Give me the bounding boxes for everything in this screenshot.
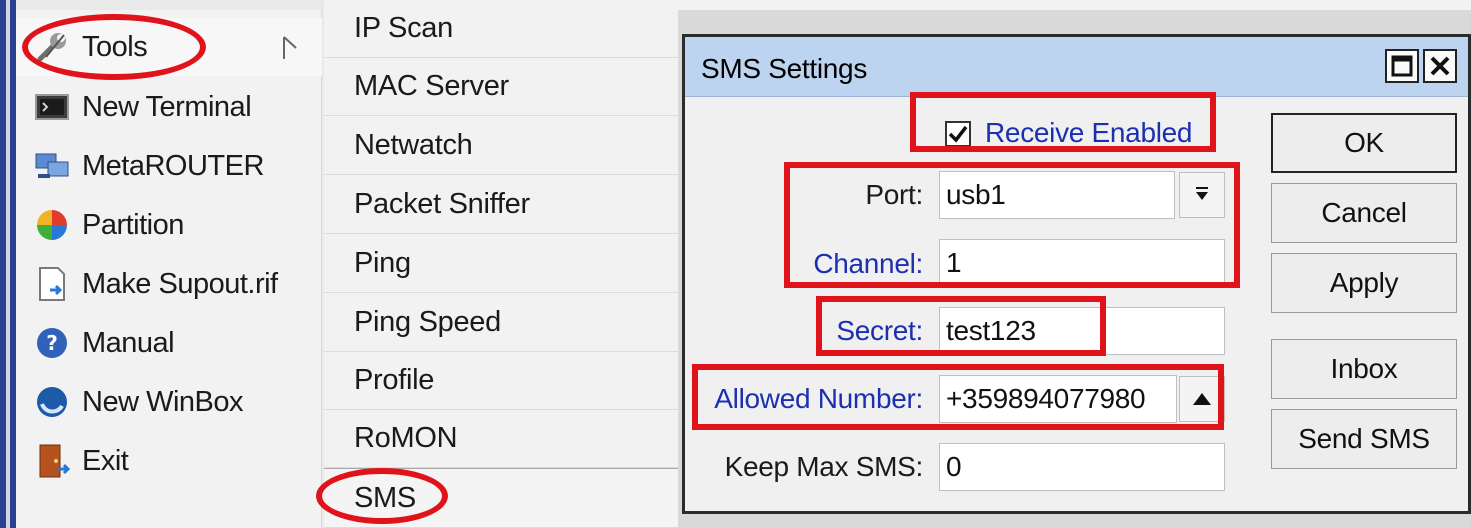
port-channel-highlight-box [784,162,1240,288]
submenu-arrow-icon [283,36,297,59]
keep-max-sms-input[interactable]: 0 [939,443,1225,491]
menu-item-label: MetaROUTER [82,149,264,182]
menu-item-partition[interactable]: Partition [16,196,322,254]
submenu-item-profile[interactable]: Profile [324,352,678,410]
menu-item-label: Partition [82,208,184,241]
submenu-item-label: Packet Sniffer [354,188,530,220]
tools-submenu: IP Scan MAC Server Netwatch Packet Sniff… [324,0,678,528]
svg-text:?: ? [46,331,58,355]
submenu-item-romon[interactable]: RoMON [324,410,678,468]
submenu-item-label: Ping [354,247,411,279]
menu-item-new-terminal[interactable]: New Terminal [16,78,322,136]
tools-highlight-ellipse [22,14,206,80]
winbox-icon [37,387,67,417]
menu-item-label: Manual [82,326,175,359]
ok-button[interactable]: OK [1271,113,1457,173]
close-icon [1430,56,1450,76]
menu-item-label: Make Supout.rif [82,267,278,300]
menu-item-label: New WinBox [82,385,244,418]
dialog-title: SMS Settings [701,53,868,84]
terminal-icon [35,94,69,120]
keep-max-sms-label: Keep Max SMS: [724,451,924,482]
submenu-item-ping-speed[interactable]: Ping Speed [324,294,678,352]
receive-enabled-highlight-box [910,92,1216,152]
document-icon [39,267,65,301]
maximize-icon [1391,55,1413,77]
window-edge [0,0,16,528]
help-icon: ? [37,328,67,358]
menu-item-metarouter[interactable]: MetaROUTER [16,137,322,195]
menu-item-label: Exit [82,444,129,477]
submenu-item-label: IP Scan [354,12,453,44]
submenu-item-label: MAC Server [354,70,509,102]
maximize-button[interactable] [1385,49,1419,83]
menu-item-label: New Terminal [82,90,252,123]
menu-item-make-supout[interactable]: Make Supout.rif [16,255,322,313]
inbox-button[interactable]: Inbox [1271,339,1457,399]
secret-highlight-box [816,296,1106,356]
submenu-item-ping[interactable]: Ping [324,235,678,293]
submenu-item-mac-server[interactable]: MAC Server [324,58,678,116]
cancel-button[interactable]: Cancel [1271,183,1457,243]
sms-highlight-ellipse [316,468,448,524]
close-button[interactable] [1423,49,1457,83]
menu-item-manual[interactable]: ? Manual [16,314,322,372]
submenu-item-netwatch[interactable]: Netwatch [324,117,678,175]
submenu-item-label: Ping Speed [354,306,501,338]
submenu-item-packet-sniffer[interactable]: Packet Sniffer [324,176,678,234]
dialog-titlebar[interactable]: SMS Settings [685,37,1468,97]
send-sms-button[interactable]: Send SMS [1271,409,1457,469]
allowed-number-highlight-box [692,364,1224,430]
submenu-item-label: Profile [354,364,435,396]
partition-icon [37,210,67,240]
apply-button[interactable]: Apply [1271,253,1457,313]
submenu-item-ip-scan[interactable]: IP Scan [324,0,678,58]
exit-door-icon [39,444,70,478]
submenu-item-label: RoMON [354,422,458,454]
main-menu: Tools New Terminal MetaROUTER Partition [16,10,322,528]
submenu-item-label: Netwatch [354,129,473,161]
menu-item-new-winbox[interactable]: New WinBox [16,373,322,431]
menu-item-exit[interactable]: Exit [16,432,322,490]
metarouter-icon [35,153,69,178]
